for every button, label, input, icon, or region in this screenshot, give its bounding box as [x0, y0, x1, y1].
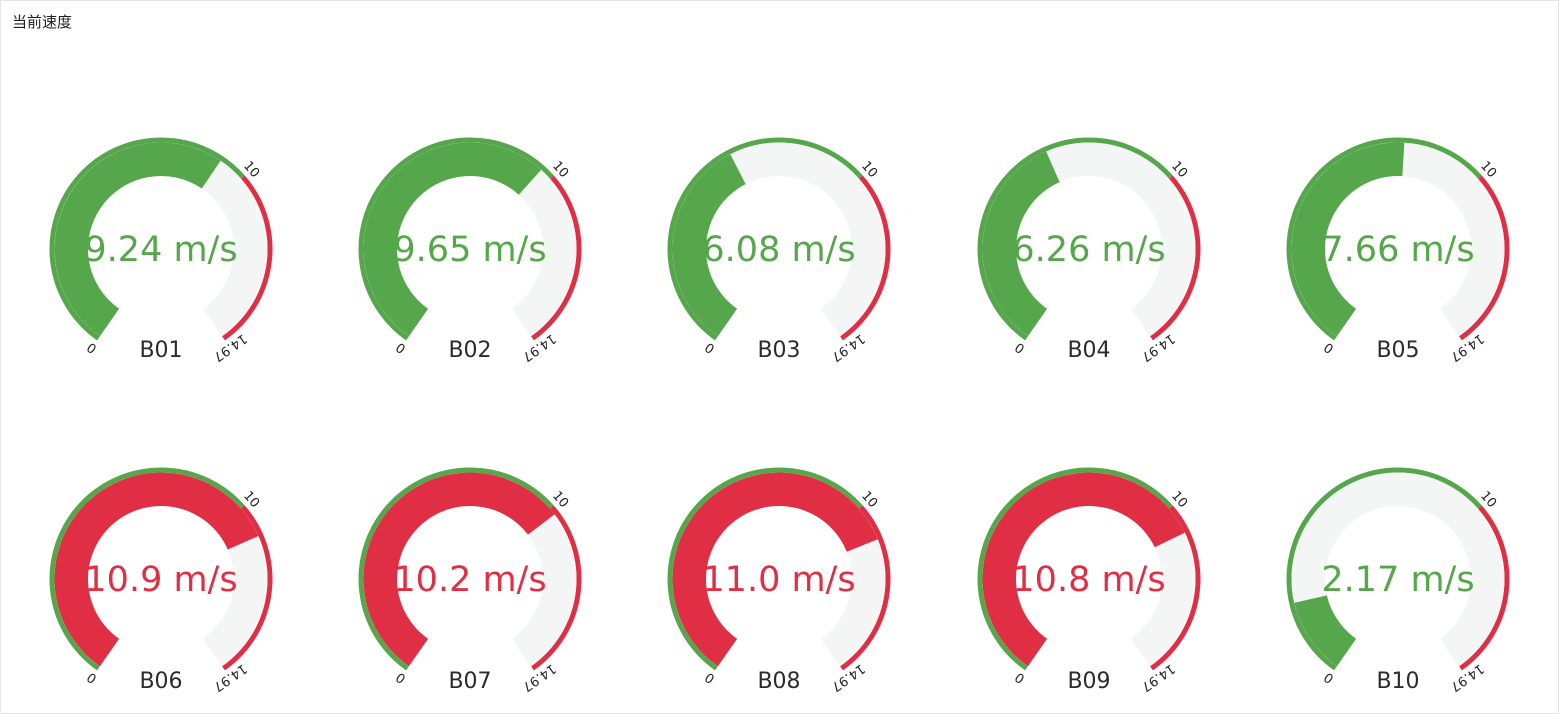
gauge-b08: 01014.9711.0 m/sB08	[667, 467, 891, 694]
tick-label: 0	[84, 669, 99, 686]
tick-label: 0	[84, 339, 99, 356]
tick-label: 0	[1321, 339, 1336, 356]
gauge-b03: 01014.976.08 m/sB03	[667, 137, 891, 364]
gauge-b05: 01014.977.66 m/sB05	[1286, 137, 1510, 364]
tick-label: 0	[1321, 669, 1336, 686]
gauge-value-label: 6.26 m/s	[1012, 230, 1165, 270]
gauge-value-label: 10.9 m/s	[84, 560, 237, 600]
tick-label: 0	[1012, 669, 1027, 686]
gauge-value-label: 11.0 m/s	[702, 560, 855, 600]
gauge-value-label: 7.66 m/s	[1321, 230, 1474, 270]
gauge-name-label: B01	[139, 338, 182, 363]
tick-label: 0	[393, 339, 408, 356]
gauge-name-label: B09	[1067, 669, 1110, 694]
gauge-b09: 01014.9710.8 m/sB09	[977, 467, 1201, 694]
gauge-b10: 01014.972.17 m/sB10	[1286, 467, 1510, 694]
tick-label: 0	[702, 669, 717, 686]
gauge-name-label: B06	[139, 669, 182, 694]
gauge-value-label: 10.2 m/s	[393, 560, 546, 600]
gauge-value-label: 10.8 m/s	[1012, 560, 1165, 600]
gauge-name-label: B10	[1376, 669, 1419, 694]
gauge-value-label: 6.08 m/s	[702, 230, 855, 270]
tick-label: 0	[393, 669, 408, 686]
gauge-b01: 01014.979.24 m/sB01	[49, 137, 273, 364]
gauge-name-label: B04	[1067, 338, 1110, 363]
gauge-b06: 01014.9710.9 m/sB06	[49, 467, 273, 694]
gauge-name-label: B08	[757, 669, 800, 694]
tick-label: 0	[1012, 339, 1027, 356]
gauge-name-label: B05	[1376, 338, 1419, 363]
gauge-b04: 01014.976.26 m/sB04	[977, 137, 1201, 364]
gauge-value-label: 2.17 m/s	[1321, 560, 1474, 600]
gauge-name-label: B07	[448, 669, 491, 694]
tick-label: 0	[702, 339, 717, 356]
gauge-value-label: 9.24 m/s	[84, 230, 237, 270]
gauge-name-label: B03	[757, 338, 800, 363]
gauge-b02: 01014.979.65 m/sB02	[358, 137, 582, 364]
gauge-value-label: 9.65 m/s	[393, 230, 546, 270]
gauge-name-label: B02	[448, 338, 491, 363]
speed-panel: 当前速度 0 10 14.97 9.24 m/s B01 0 10 14.97 9.65 m/s…	[0, 0, 1559, 714]
gauge-grid: 01014.979.24 m/sB01 01014.979.65 m/sB02 01…	[49, 137, 1510, 694]
gauge-b07: 01014.9710.2 m/sB07	[358, 467, 582, 694]
